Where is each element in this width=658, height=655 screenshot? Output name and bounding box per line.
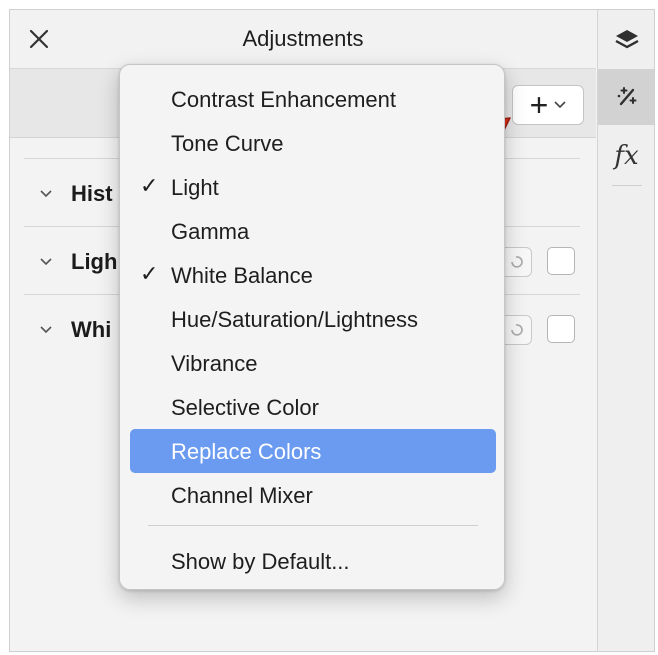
- menu-item-show-by-default[interactable]: Show by Default...: [130, 539, 496, 583]
- menu-item-white-balance[interactable]: ✓ White Balance: [130, 253, 496, 297]
- menu-item-label: Hue/Saturation/Lightness: [171, 307, 419, 332]
- sidebar-divider: [612, 185, 642, 186]
- menu-separator: [148, 525, 478, 526]
- effects-button[interactable]: fx: [598, 128, 654, 184]
- menu-item-hue-saturation-lightness[interactable]: Hue/Saturation/Lightness: [130, 297, 496, 341]
- menu-item-label: Tone Curve: [171, 131, 284, 156]
- menu-item-label: Replace Colors: [171, 439, 322, 464]
- adjustments-icon: [617, 87, 636, 106]
- adjustments-button[interactable]: [598, 69, 654, 125]
- menu-item-label: Light: [171, 175, 219, 200]
- menu-item-label: Vibrance: [171, 351, 258, 376]
- enable-checkbox[interactable]: [547, 247, 575, 275]
- menu-item-label: Contrast Enhancement: [171, 87, 397, 112]
- menu-item-light[interactable]: ✓ Light: [130, 165, 496, 209]
- right-sidebar: fx: [597, 10, 654, 651]
- menu-item-label: White Balance: [171, 263, 313, 288]
- chevron-down-icon: [554, 101, 566, 109]
- panel-header: Adjustments: [10, 10, 596, 69]
- menu-item-label: Show by Default...: [171, 549, 350, 574]
- chevron-down-icon[interactable]: [36, 319, 56, 339]
- menu-item-tone-curve[interactable]: Tone Curve: [130, 121, 496, 165]
- reset-icon: [511, 256, 523, 268]
- chevron-down-icon[interactable]: [36, 251, 56, 271]
- menu-item-label: Selective Color: [171, 395, 319, 420]
- menu-item-label: Channel Mixer: [171, 483, 313, 508]
- menu-item-label: Gamma: [171, 219, 250, 244]
- list-item-label: Whi: [71, 317, 112, 342]
- add-adjustment-menu: Contrast Enhancement Tone Curve ✓ Light …: [119, 64, 505, 590]
- layers-button[interactable]: [598, 12, 654, 68]
- fx-icon: fx: [614, 141, 639, 171]
- enable-checkbox[interactable]: [547, 315, 575, 343]
- menu-item-replace-colors[interactable]: Replace Colors: [130, 429, 496, 473]
- panel-title: Adjustments: [242, 26, 364, 51]
- add-adjustment-button[interactable]: +: [512, 85, 584, 125]
- checkmark-icon: ✓: [140, 261, 159, 286]
- list-item-label: Ligh: [71, 249, 118, 274]
- layers-icon: [614, 30, 639, 49]
- checkmark-icon: ✓: [140, 173, 159, 198]
- menu-item-selective-color[interactable]: Selective Color: [130, 385, 496, 429]
- menu-item-contrast-enhancement[interactable]: Contrast Enhancement: [130, 77, 496, 121]
- reset-icon: [511, 324, 523, 336]
- list-item-label: Hist: [71, 181, 113, 206]
- menu-item-vibrance[interactable]: Vibrance: [130, 341, 496, 385]
- chevron-down-icon[interactable]: [36, 183, 56, 203]
- menu-item-channel-mixer[interactable]: Channel Mixer: [130, 473, 496, 517]
- menu-item-gamma[interactable]: Gamma: [130, 209, 496, 253]
- add-symbol: +: [529, 87, 549, 123]
